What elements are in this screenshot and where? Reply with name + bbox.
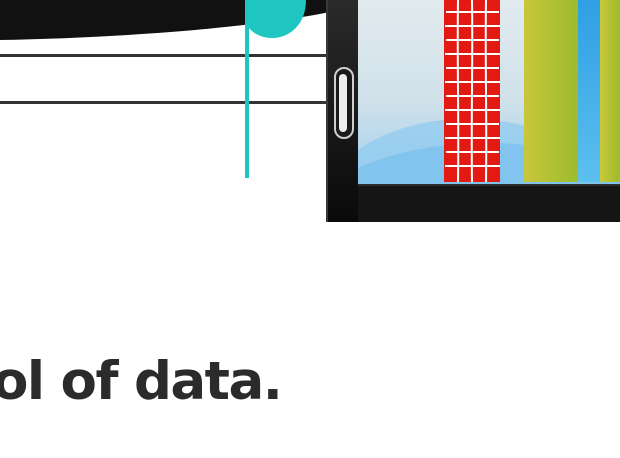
olive-bar — [524, 0, 578, 182]
tablet-screen — [358, 0, 620, 184]
red-grid-bar — [444, 0, 500, 183]
horizontal-line — [0, 101, 330, 104]
teal-circle-shape — [246, 0, 306, 38]
tablet-illustration — [0, 0, 620, 222]
horizontal-line — [0, 54, 330, 57]
blue-bar — [578, 0, 600, 182]
teal-vertical-line — [245, 0, 249, 178]
olive-bar-right — [600, 0, 620, 182]
tablet-device — [326, 0, 620, 222]
headline-text: ol of data. — [0, 351, 283, 412]
